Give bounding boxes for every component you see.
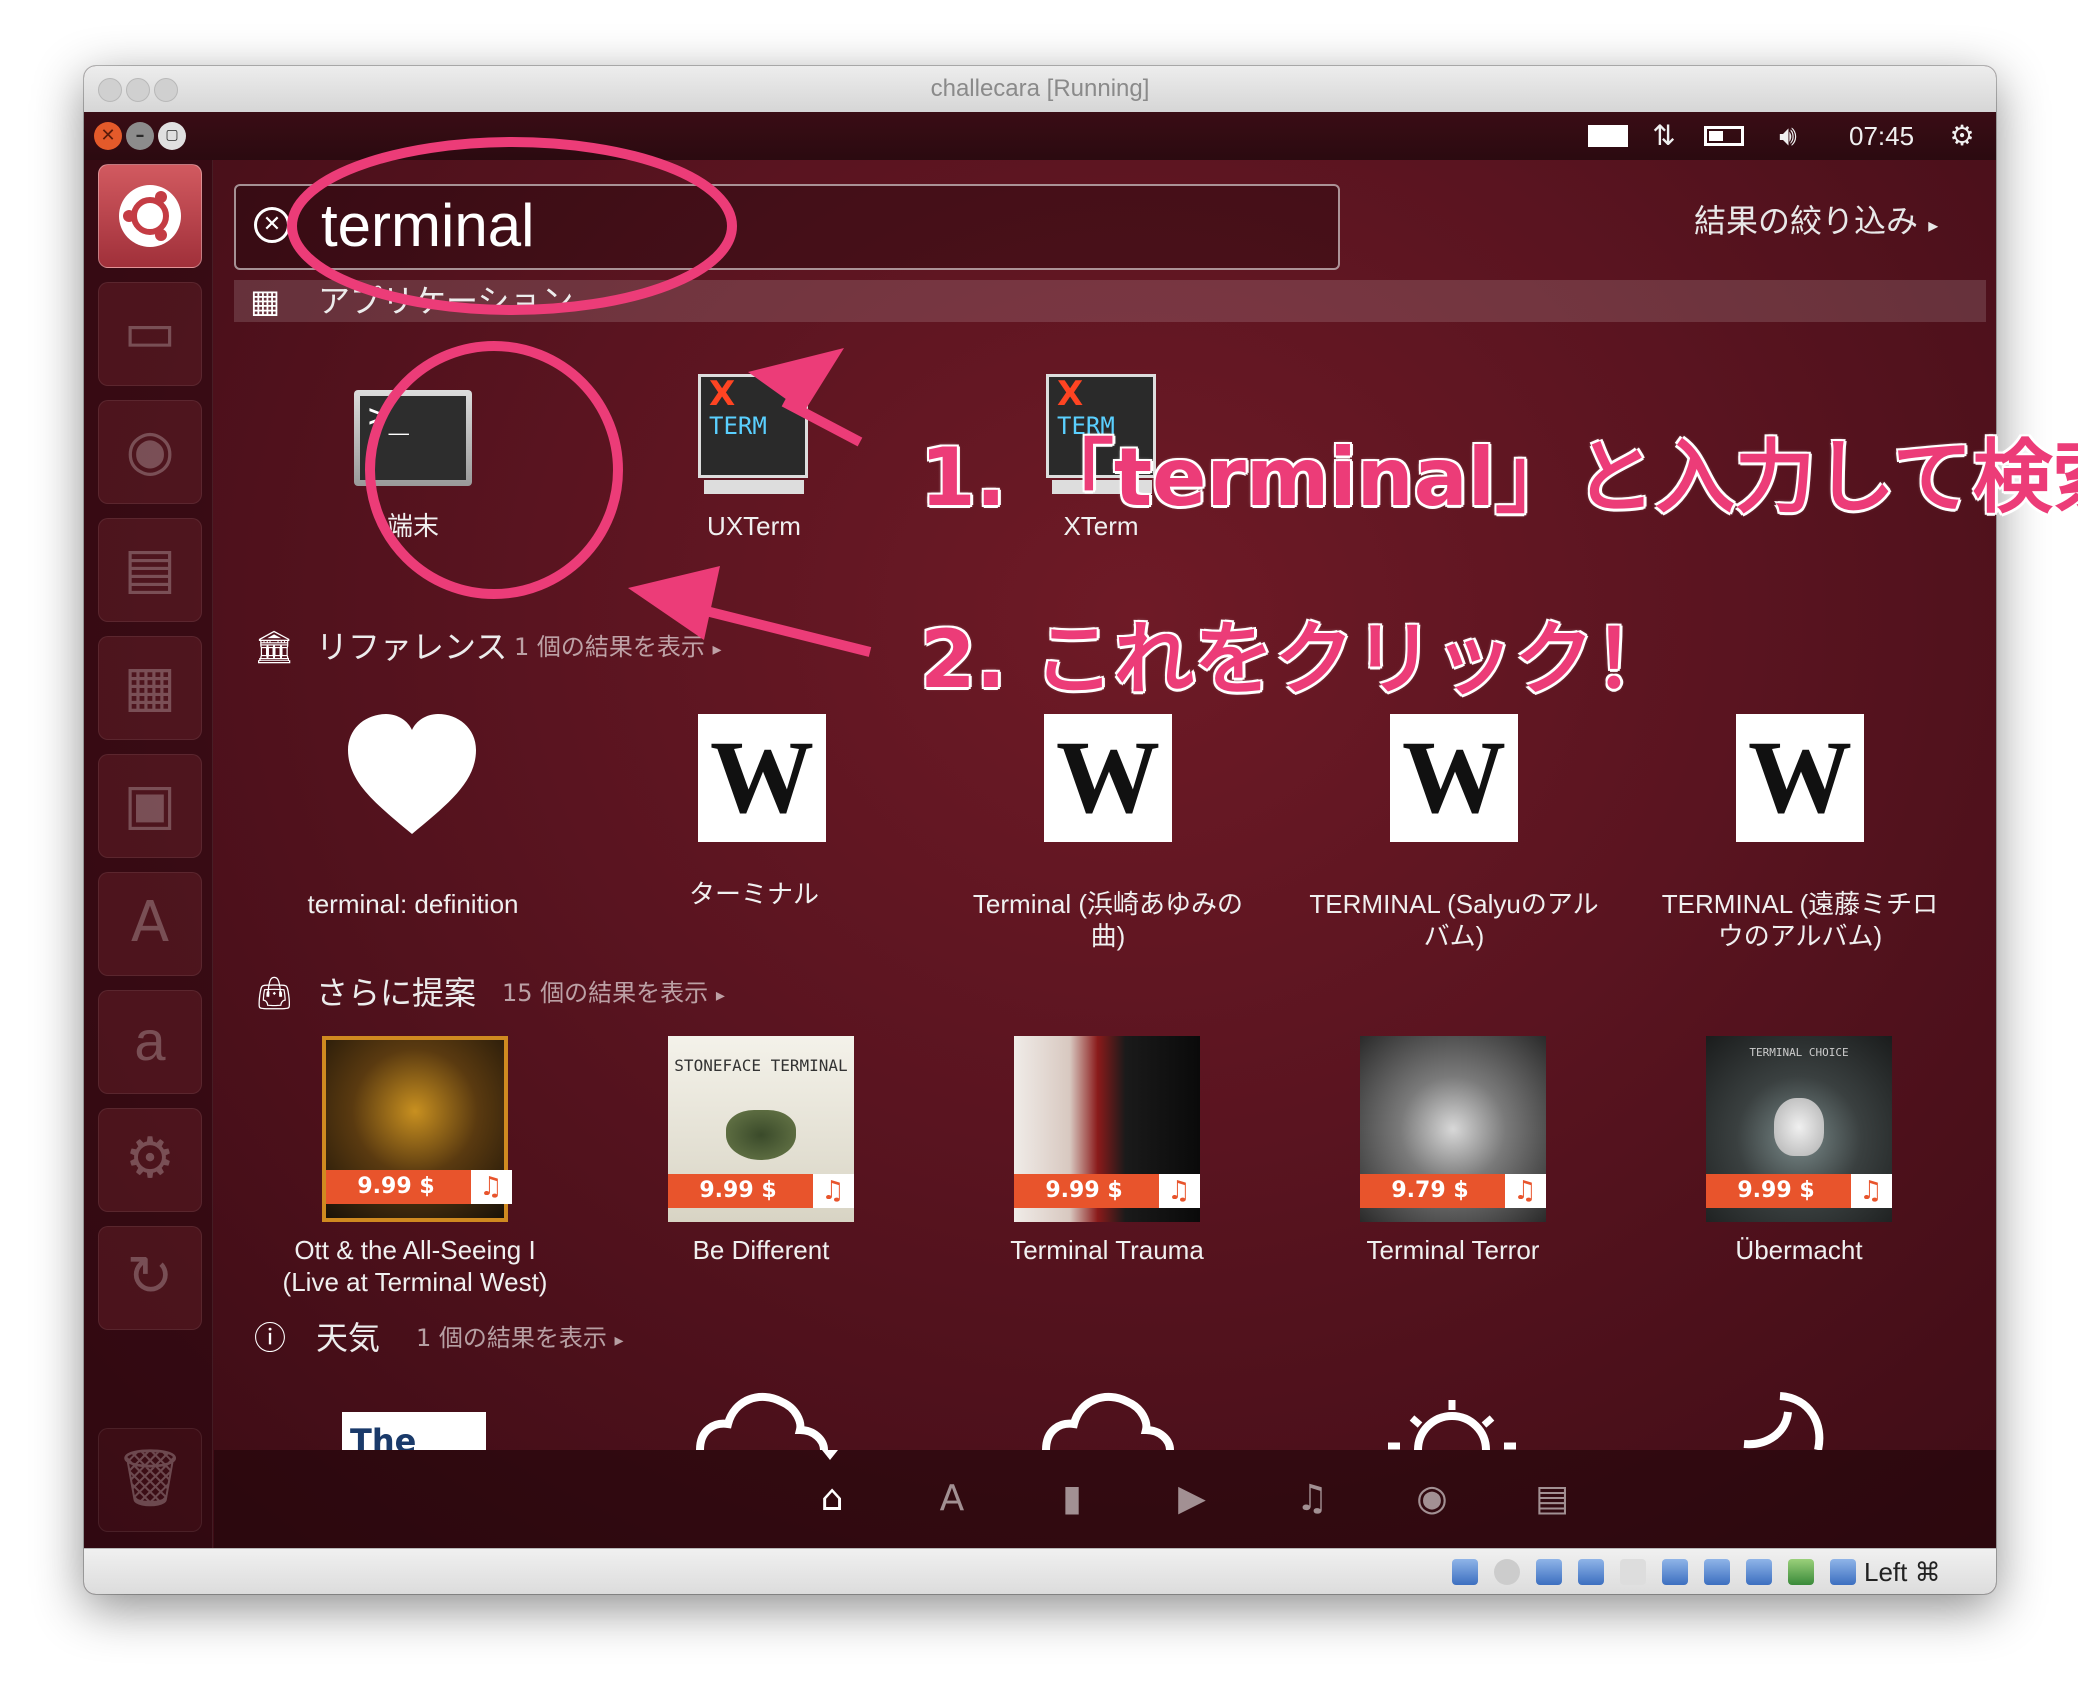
video-capture-icon[interactable] — [1704, 1559, 1730, 1585]
cpu-icon[interactable] — [1746, 1559, 1772, 1585]
annotation-overlay — [287, 137, 872, 657]
hard-disk-icon[interactable] — [1452, 1559, 1478, 1585]
window-titlebar[interactable]: challecara [Running] — [84, 66, 1996, 113]
arrow2-line — [692, 603, 872, 657]
mouse-integration-icon[interactable] — [1788, 1559, 1814, 1585]
annotation-step1: 1. 「terminal」と入力して検索 — [920, 431, 2078, 524]
arrow1-head — [748, 348, 844, 412]
window-title: challecara [Running] — [930, 75, 1150, 102]
virtualbox-statusbar: Left ⌘ — [84, 1548, 1996, 1594]
keyboard-capture-icon[interactable] — [1830, 1559, 1856, 1585]
network-adapter-icon[interactable] — [1662, 1559, 1688, 1585]
display-icon[interactable] — [1620, 1559, 1646, 1585]
host-key-label: Left ⌘ — [1864, 1557, 1941, 1587]
search-highlight-ellipse — [287, 137, 737, 315]
arrow2-head — [628, 566, 720, 640]
optical-drive-icon[interactable] — [1494, 1559, 1520, 1585]
annotation-step2: 2. これをクリック！ — [920, 613, 1674, 706]
arrow1-line — [781, 397, 863, 447]
terminal-highlight-ellipse — [365, 341, 623, 599]
usb-icon[interactable] — [1536, 1559, 1562, 1585]
shared-folders-icon[interactable] — [1578, 1559, 1604, 1585]
ubuntu-screen: ✕ – ▢ ⇅ 🔊︎ 07:45 ⚙ ▭ ◉ ▤ ▦ ▣ A a ⚙ ↻ 🗑︎ … — [84, 112, 1996, 1548]
vm-window: challecara [Running] ✕ – ▢ ⇅ 🔊︎ 07:45 ⚙ — [84, 66, 1996, 1594]
